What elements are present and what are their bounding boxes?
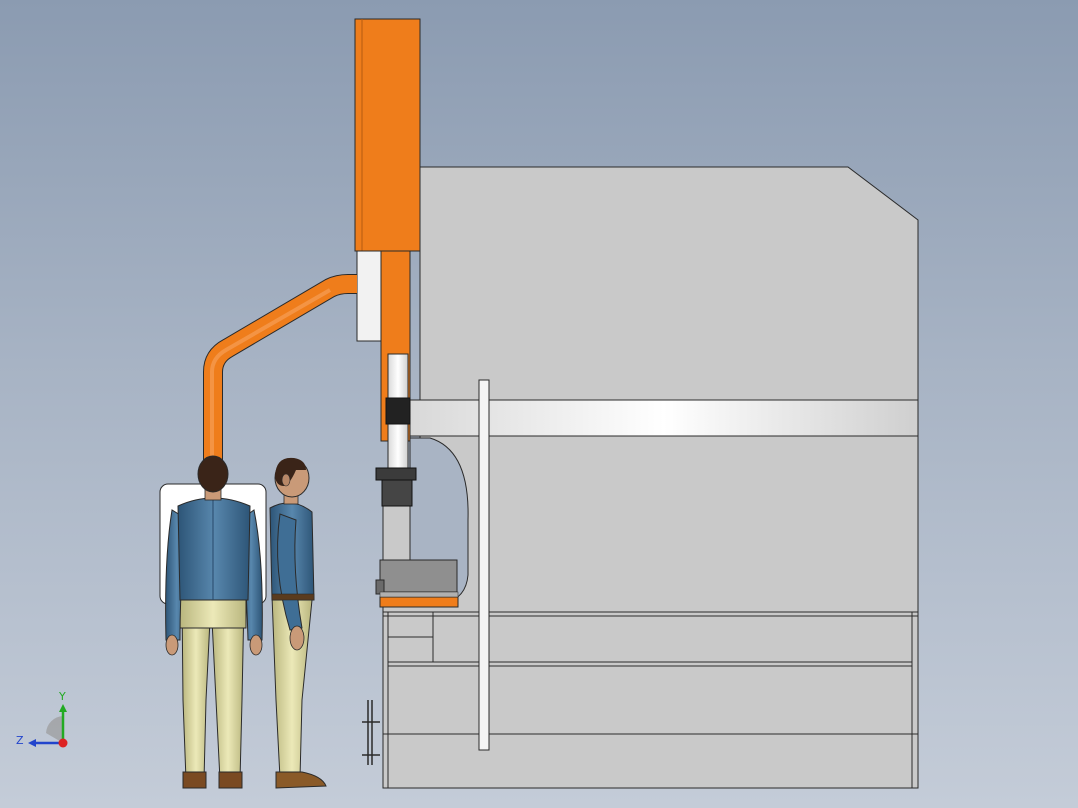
front-post[interactable] <box>478 379 490 751</box>
cylinder-band <box>385 397 411 425</box>
worker-side-view <box>269 457 327 789</box>
press-brake-frame[interactable] <box>382 166 919 789</box>
die-assembly[interactable] <box>375 559 459 608</box>
punch-tool[interactable] <box>381 479 413 507</box>
machine-base[interactable] <box>382 611 919 789</box>
cad-viewport[interactable]: Y Z <box>0 0 1078 808</box>
axis-y-label: Y <box>58 690 66 703</box>
coordinate-triad: Y Z <box>16 690 68 748</box>
die-holder-orange[interactable] <box>379 596 459 608</box>
die-block[interactable] <box>379 559 458 593</box>
punch-clamp[interactable] <box>375 467 417 481</box>
cabinet-white-panel <box>356 250 382 342</box>
worker-back-view <box>165 455 263 789</box>
press-brake-scene[interactable]: Y Z <box>0 0 1078 808</box>
control-cabinet[interactable] <box>354 18 421 252</box>
axis-z-label: Z <box>16 734 24 747</box>
foot-pedal[interactable] <box>362 700 380 765</box>
control-column[interactable] <box>354 18 421 507</box>
